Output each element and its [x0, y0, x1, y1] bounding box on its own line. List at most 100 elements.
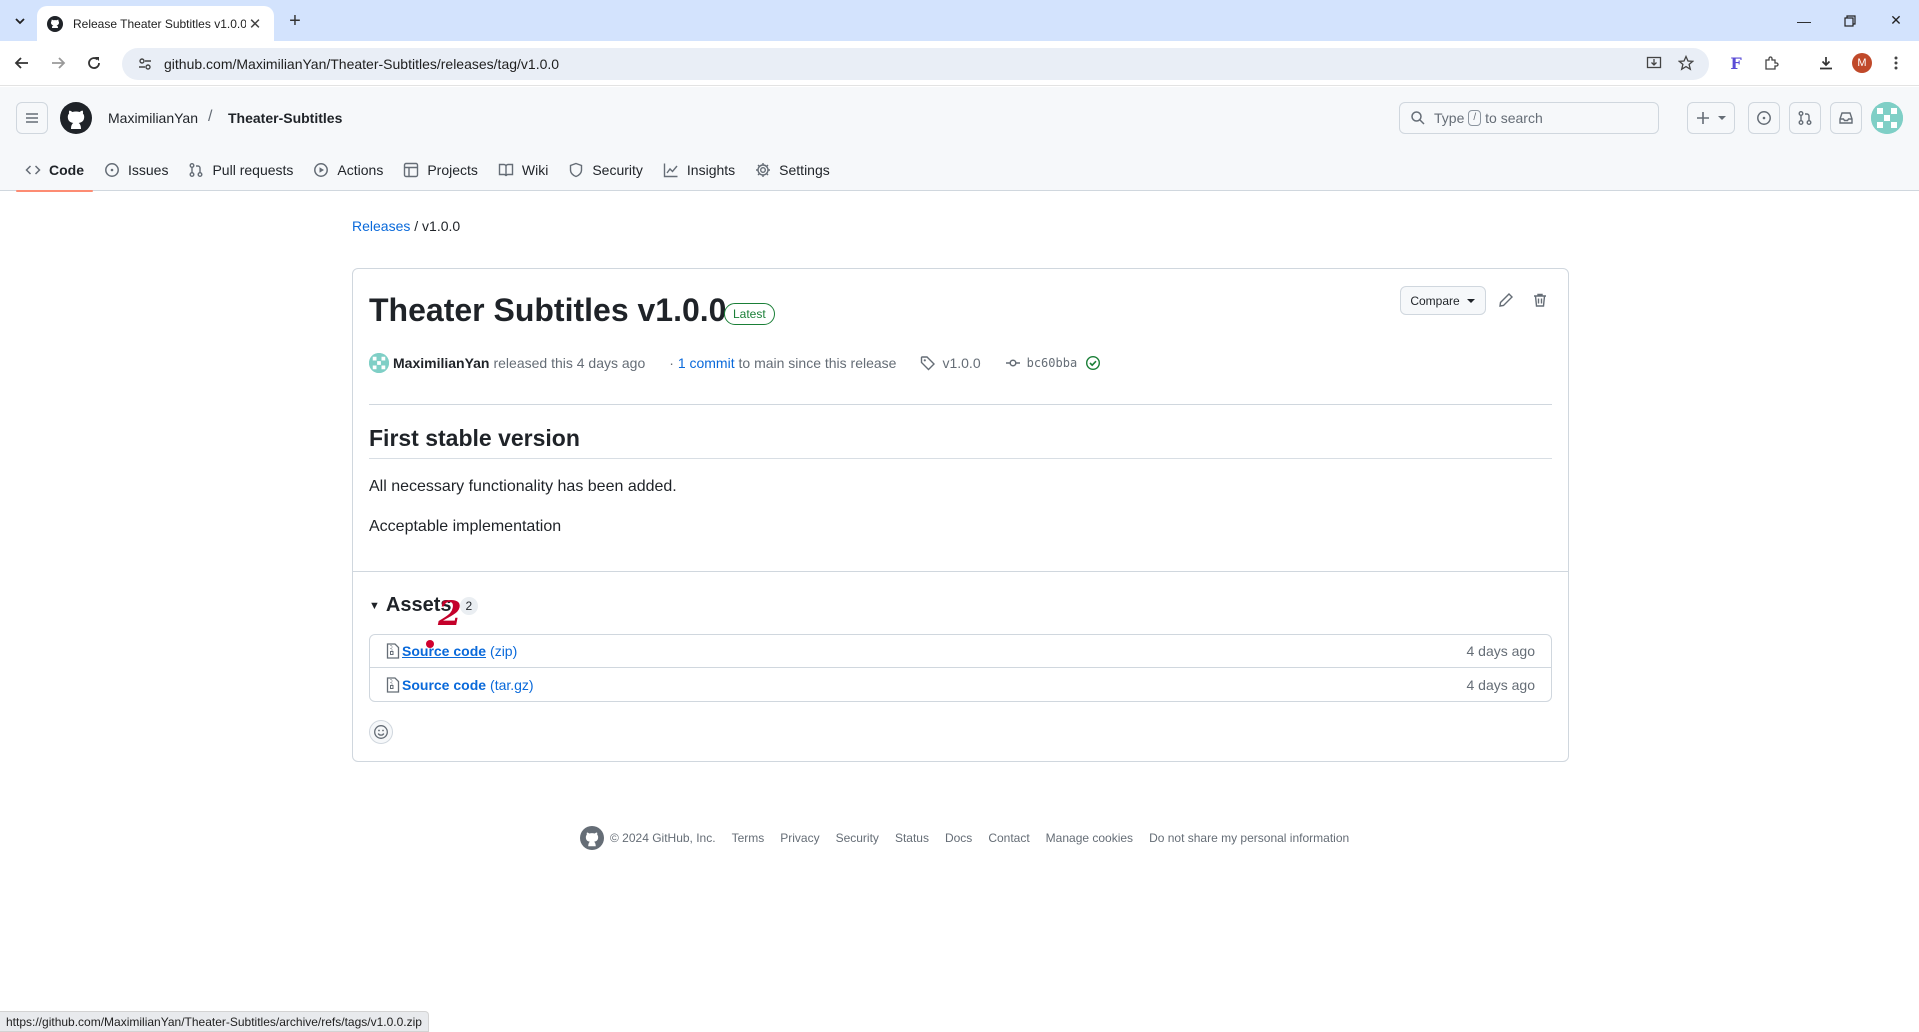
forward-icon[interactable]: [44, 49, 72, 77]
close-window-icon[interactable]: ✕: [1873, 0, 1919, 41]
asset-ext[interactable]: (zip): [490, 643, 517, 659]
tab-search-button[interactable]: [8, 9, 32, 33]
footer-link-privacy[interactable]: Privacy: [780, 831, 819, 845]
tag-link[interactable]: v1.0.0: [920, 355, 981, 371]
repo-nav: Code Issues Pull requests Actions Projec…: [16, 149, 841, 192]
tab-security[interactable]: Security: [559, 149, 652, 191]
close-tab-icon[interactable]: ✕: [246, 15, 264, 33]
address-bar[interactable]: github.com/MaximilianYan/Theater-Subtitl…: [122, 48, 1709, 80]
tab-security-label: Security: [592, 162, 643, 178]
play-icon: [314, 163, 329, 177]
create-new-button[interactable]: [1687, 102, 1735, 134]
hamburger-icon: [26, 113, 38, 123]
author-avatar[interactable]: [369, 353, 389, 373]
assets-count: 2: [459, 596, 479, 615]
browser-menu-icon[interactable]: [1882, 49, 1910, 77]
pull-requests-button[interactable]: [1789, 102, 1821, 134]
search-input[interactable]: Type / to search: [1399, 102, 1659, 134]
install-app-icon[interactable]: [1640, 49, 1668, 77]
footer-link-contact[interactable]: Contact: [988, 831, 1029, 845]
tab-actions[interactable]: Actions: [304, 149, 392, 191]
author-link[interactable]: MaximilianYan: [393, 355, 489, 371]
tag-icon: [921, 356, 936, 371]
tab-wiki-label: Wiki: [521, 162, 549, 178]
footer-link-terms[interactable]: Terms: [732, 831, 765, 845]
issue-icon: [105, 163, 119, 177]
restore-icon[interactable]: [1827, 0, 1873, 41]
repo-owner-link[interactable]: MaximilianYan: [108, 110, 198, 126]
f-extension-icon[interactable]: F: [1722, 49, 1750, 77]
tab-code[interactable]: Code: [16, 149, 93, 192]
back-icon[interactable]: [8, 49, 36, 77]
asset-row: Source code (zip) 4 days ago: [370, 635, 1551, 668]
footer-link-docs[interactable]: Docs: [945, 831, 972, 845]
bookmark-star-icon[interactable]: [1672, 49, 1700, 77]
trash-icon[interactable]: [1528, 288, 1552, 312]
footer-link-status[interactable]: Status: [895, 831, 929, 845]
release-title: Theater Subtitles v1.0.0: [369, 292, 727, 328]
downloads-icon[interactable]: [1812, 49, 1840, 77]
new-tab-button[interactable]: +: [283, 9, 307, 33]
hamburger-menu-button[interactable]: [16, 102, 48, 134]
breadcrumb-current: v1.0.0: [422, 218, 461, 234]
table-icon: [404, 162, 419, 178]
tab-wiki[interactable]: Wiki: [489, 149, 557, 191]
commits-link[interactable]: 1 commit: [678, 355, 735, 371]
extensions-puzzle-icon[interactable]: [1757, 49, 1785, 77]
heading-underline: [369, 458, 1552, 459]
reload-icon[interactable]: [80, 49, 108, 77]
tab-insights[interactable]: Insights: [654, 149, 744, 191]
file-zip-icon: [386, 676, 400, 693]
inbox-icon: [1839, 112, 1853, 124]
site-info-icon[interactable]: [136, 55, 154, 73]
pull-request-icon: [1798, 111, 1812, 125]
smiley-icon: [374, 725, 388, 739]
minimize-icon[interactable]: —: [1781, 0, 1827, 41]
click-marker: [426, 640, 434, 648]
release-notes-heading: First stable version: [369, 425, 580, 451]
pencil-icon[interactable]: [1494, 288, 1518, 312]
released-text: released this 4 days ago: [493, 355, 646, 371]
compare-button[interactable]: Compare: [1400, 286, 1486, 315]
tab-pull-requests[interactable]: Pull requests: [179, 149, 302, 191]
verified-check-icon: [1086, 355, 1101, 371]
caret-down-icon: [1718, 116, 1726, 120]
github-header: MaximilianYan / Theater-Subtitles Type /…: [0, 87, 1919, 192]
tab-projects-label: Projects: [427, 162, 478, 178]
search-icon: [1411, 111, 1425, 125]
gear-icon: [756, 163, 771, 177]
tab-projects[interactable]: Projects: [394, 149, 487, 191]
footer-link-manage-cookies[interactable]: Manage cookies: [1046, 831, 1133, 845]
graph-icon: [663, 163, 678, 178]
profile-avatar[interactable]: M: [1852, 53, 1872, 73]
release-meta: MaximilianYan released this 4 days ago ·…: [369, 353, 1101, 373]
asset-ext[interactable]: (tar.gz): [490, 677, 534, 693]
footer: © 2024 GitHub, Inc. Terms Privacy Securi…: [580, 826, 1365, 850]
repo-name-link[interactable]: Theater-Subtitles: [228, 110, 342, 126]
release-breadcrumb: Releases / v1.0.0: [352, 218, 460, 234]
asset-name-link[interactable]: Source code: [402, 677, 486, 693]
latest-badge: Latest: [724, 303, 775, 325]
user-avatar[interactable]: [1871, 102, 1903, 134]
github-favicon-icon: [47, 15, 63, 32]
inbox-button[interactable]: [1830, 102, 1862, 134]
issues-button[interactable]: [1748, 102, 1780, 134]
asset-name-link[interactable]: Source code: [402, 643, 486, 659]
disclosure-triangle-icon: ▼: [369, 599, 380, 612]
tab-settings[interactable]: Settings: [746, 149, 839, 191]
active-tab[interactable]: Release Theater Subtitles v1.0.0 ✕: [37, 6, 274, 41]
commits-info: · 1 commit to main since this release: [669, 355, 897, 371]
add-reaction-button[interactable]: [369, 720, 393, 744]
release-card: Theater Subtitles v1.0.0 Latest Compare …: [352, 268, 1569, 762]
footer-link-do-not-share[interactable]: Do not share my personal information: [1149, 831, 1349, 845]
tab-issues[interactable]: Issues: [95, 149, 177, 191]
divider: [353, 571, 1568, 572]
releases-link[interactable]: Releases: [352, 218, 410, 234]
pull-request-icon: [189, 163, 203, 177]
tab-insights-label: Insights: [686, 162, 736, 178]
github-logo-icon[interactable]: [60, 102, 92, 134]
release-notes-para-2: Acceptable implementation: [369, 518, 562, 535]
footer-link-security[interactable]: Security: [836, 831, 879, 845]
github-footer-logo-icon[interactable]: [580, 826, 604, 850]
commit-sha-link[interactable]: bc60bba: [1005, 355, 1102, 371]
